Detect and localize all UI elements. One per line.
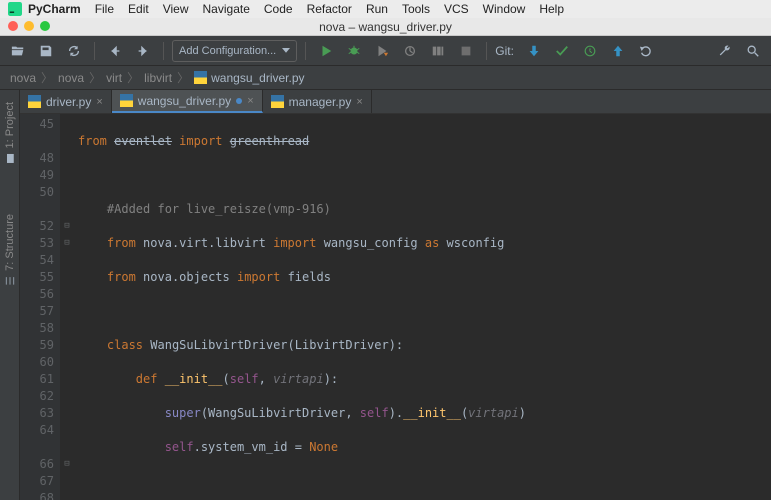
modified-indicator (236, 98, 242, 104)
ide-settings-button[interactable] (713, 39, 737, 63)
refresh-icon (67, 44, 81, 58)
traffic-lights (8, 21, 50, 31)
window-close-button[interactable] (8, 21, 18, 31)
open-button[interactable] (6, 39, 30, 63)
arrow-right-icon (136, 44, 150, 58)
code-editor[interactable]: 4548495052535455565758596061626364666768… (20, 114, 771, 500)
fold-toggle[interactable]: ⊟ (60, 235, 74, 252)
line-number-gutter: 4548495052535455565758596061626364666768… (20, 114, 60, 500)
arrow-left-icon (108, 44, 122, 58)
structure-icon (4, 275, 16, 287)
revert-icon (639, 44, 653, 58)
tab-label: manager.py (289, 95, 352, 109)
macos-menubar: PyCharm File Edit View Navigate Code Ref… (0, 0, 771, 18)
fold-toggle[interactable]: ⊟ (60, 456, 74, 473)
stop-button[interactable] (454, 39, 478, 63)
python-file-icon (194, 71, 207, 84)
editor-tab[interactable]: manager.py × (263, 90, 372, 113)
arrow-down-blue-icon (527, 44, 541, 58)
menu-run[interactable]: Run (366, 2, 388, 16)
menu-window[interactable]: Window (483, 2, 526, 16)
menu-view[interactable]: View (163, 2, 189, 16)
menu-edit[interactable]: Edit (128, 2, 149, 16)
tab-label: wangsu_driver.py (138, 94, 231, 108)
editor-tabbar: driver.py × wangsu_driver.py × manager.p… (20, 90, 771, 114)
tab-label: driver.py (46, 95, 91, 109)
breadcrumb-file[interactable]: wangsu_driver.py (194, 71, 304, 85)
play-coverage-icon (375, 44, 389, 58)
search-everywhere-button[interactable] (741, 39, 765, 63)
bug-icon (347, 44, 361, 58)
git-compare-button[interactable] (578, 39, 602, 63)
search-icon (746, 44, 760, 58)
run-configuration-label: Add Configuration... (179, 45, 276, 57)
save-icon (39, 44, 53, 58)
python-file-icon (271, 95, 284, 108)
toolbar-separator (94, 42, 95, 60)
close-icon[interactable]: × (96, 96, 102, 108)
editor-tab[interactable]: wangsu_driver.py × (112, 90, 263, 113)
python-file-icon (120, 94, 133, 107)
menu-refactor[interactable]: Refactor (307, 2, 352, 16)
window-titlebar: nova – wangsu_driver.py (0, 18, 771, 36)
code-content[interactable]: from eventlet import greenthread #Added … (74, 114, 771, 500)
check-green-icon (555, 44, 569, 58)
editor-tab[interactable]: driver.py × (20, 90, 112, 113)
main-toolbar: Add Configuration... Git: (0, 36, 771, 66)
pycharm-icon (8, 2, 22, 16)
breadcrumb-item[interactable]: virt (106, 71, 122, 85)
breadcrumb: nova〉 nova〉 virt〉 libvirt〉 wangsu_driver… (0, 66, 771, 90)
coverage-button[interactable] (370, 39, 394, 63)
menu-tools[interactable]: Tools (402, 2, 430, 16)
breadcrumb-item[interactable]: libvirt (144, 71, 172, 85)
debug-button[interactable] (342, 39, 366, 63)
run-button[interactable] (314, 39, 338, 63)
chevron-down-icon (282, 48, 290, 53)
fold-toggle[interactable]: ⊟ (60, 218, 74, 235)
app-menu[interactable]: PyCharm (8, 2, 81, 16)
clock-green-icon (583, 44, 597, 58)
fold-gutter: ⊟ ⊟ ⊟ (60, 114, 74, 500)
folder-open-icon (11, 44, 25, 58)
back-button[interactable] (103, 39, 127, 63)
git-commit-button[interactable] (550, 39, 574, 63)
toolbar-separator (305, 42, 306, 60)
project-tool-tab[interactable]: 1: Project (2, 96, 18, 170)
profile-button[interactable] (398, 39, 422, 63)
concurrency-button[interactable] (426, 39, 450, 63)
wrench-icon (718, 44, 732, 58)
toolbar-separator (163, 42, 164, 60)
arrow-up-blue-icon (611, 44, 625, 58)
threads-icon (431, 44, 445, 58)
python-file-icon (28, 95, 41, 108)
close-icon[interactable]: × (356, 96, 362, 108)
run-configuration-selector[interactable]: Add Configuration... (172, 40, 297, 62)
git-history-button[interactable] (606, 39, 630, 63)
menu-file[interactable]: File (95, 2, 114, 16)
git-revert-button[interactable] (634, 39, 658, 63)
profiler-icon (403, 44, 417, 58)
structure-tool-tab[interactable]: 7: Structure (2, 208, 18, 293)
breadcrumb-item[interactable]: nova (58, 71, 84, 85)
git-update-button[interactable] (522, 39, 546, 63)
left-tool-strip: 1: Project 7: Structure (0, 90, 20, 500)
sync-button[interactable] (62, 39, 86, 63)
play-icon (319, 44, 333, 58)
window-title: nova – wangsu_driver.py (319, 20, 452, 34)
git-label: Git: (495, 44, 514, 58)
menu-navigate[interactable]: Navigate (203, 2, 250, 16)
window-minimize-button[interactable] (24, 21, 34, 31)
project-icon (4, 152, 16, 164)
menu-help[interactable]: Help (539, 2, 564, 16)
menu-code[interactable]: Code (264, 2, 293, 16)
save-all-button[interactable] (34, 39, 58, 63)
close-icon[interactable]: × (247, 95, 253, 107)
breadcrumb-item[interactable]: nova (10, 71, 36, 85)
menu-vcs[interactable]: VCS (444, 2, 469, 16)
window-maximize-button[interactable] (40, 21, 50, 31)
forward-button[interactable] (131, 39, 155, 63)
toolbar-separator (486, 42, 487, 60)
stop-icon (459, 44, 473, 58)
